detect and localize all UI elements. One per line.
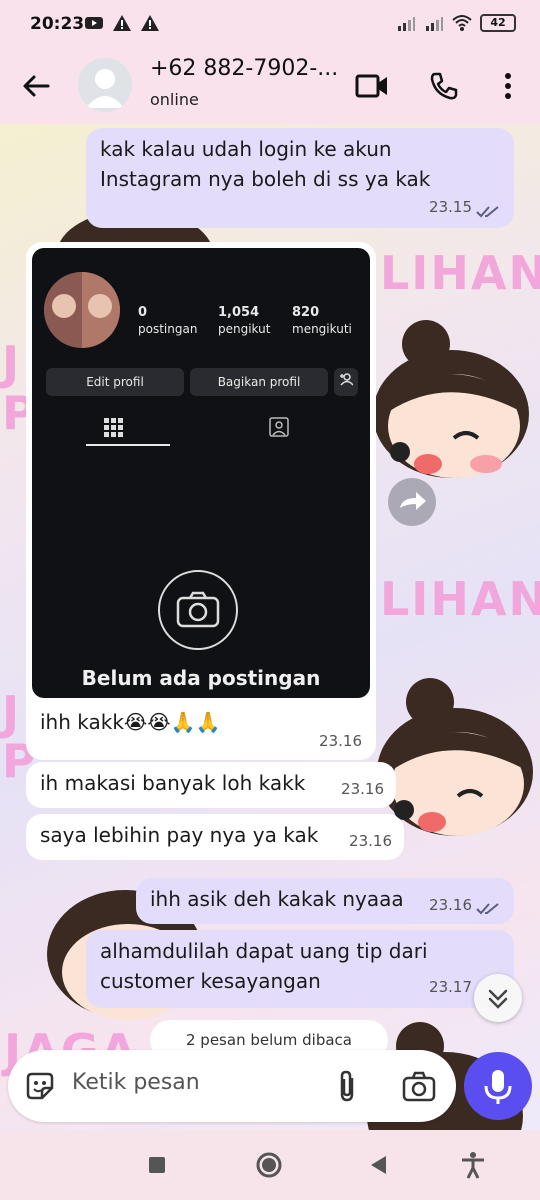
message-time: 23.16 <box>429 896 472 914</box>
message-time: 23.15 <box>429 198 472 216</box>
instagram-share-profile-button: Bagikan profil <box>190 368 328 396</box>
forward-button[interactable] <box>388 478 436 526</box>
contact-avatar[interactable] <box>78 58 132 112</box>
video-call-button[interactable] <box>352 66 392 106</box>
message-text: kak kalau udah login ke akun <box>100 137 392 161</box>
signal-icon <box>426 17 443 31</box>
instagram-edit-profile-button: Edit profil <box>46 368 184 396</box>
instagram-add-person-button <box>334 368 358 396</box>
home-circle-icon[interactable] <box>254 1150 284 1180</box>
double-check-icon <box>476 206 499 218</box>
paperclip-icon[interactable] <box>332 1068 362 1104</box>
warning-icon <box>141 15 159 31</box>
message-text: saya lebihin pay nya ya kak <box>40 823 319 847</box>
voice-message-button[interactable] <box>464 1052 532 1120</box>
camera-icon <box>176 591 220 628</box>
microphone-icon <box>484 1070 512 1104</box>
profile-photo-icon <box>44 272 120 348</box>
tagged-person-icon <box>269 417 289 437</box>
wifi-icon <box>452 15 472 31</box>
warning-icon <box>113 15 131 31</box>
message-input[interactable]: Ketik pesan <box>72 1070 200 1095</box>
video-camera-icon <box>355 74 387 98</box>
message-time: 23.16 <box>349 832 392 850</box>
outgoing-message[interactable]: ihh asik deh kakak nyaaa 23.16 <box>136 878 514 924</box>
grid-icon <box>104 418 123 437</box>
sticker-icon[interactable] <box>24 1070 56 1102</box>
signal-icon <box>398 17 415 31</box>
back-arrow-icon[interactable] <box>18 68 54 104</box>
instagram-stat-posts: 0 postingan <box>138 305 198 336</box>
double-check-icon <box>476 903 499 915</box>
incoming-message[interactable]: ih makasi banyak loh kakk 23.16 <box>26 762 396 808</box>
camera-icon[interactable] <box>402 1070 436 1102</box>
wallpaper-text: J <box>2 336 22 390</box>
forward-arrow-icon <box>400 492 426 510</box>
phone-icon <box>430 72 458 100</box>
message-text: alhamdulilah dapat uang tip dari <box>100 939 428 963</box>
scroll-to-bottom-button[interactable] <box>474 974 522 1022</box>
message-time: 23.16 <box>319 732 362 750</box>
status-bar: 20:23 42 <box>0 0 540 52</box>
wallpaper-text: J <box>2 686 22 740</box>
message-text: ih makasi banyak loh kakk <box>40 771 306 795</box>
wallpaper-text: LIHAN <box>380 572 540 626</box>
voice-call-button[interactable] <box>424 66 464 106</box>
double-chevron-down-icon <box>488 989 508 1009</box>
accessibility-icon[interactable] <box>458 1150 488 1180</box>
contact-name[interactable]: +62 882-7902-... <box>150 56 338 81</box>
status-time: 20:23 <box>30 14 85 34</box>
instagram-profile-screenshot[interactable]: 0 postingan 1,054 pengikut 820 mengikuti Ed… <box>32 248 370 698</box>
instagram-stat-following: 820 mengikuti <box>292 305 352 336</box>
more-options-button[interactable] <box>488 66 528 106</box>
more-vertical-icon <box>505 73 511 99</box>
default-avatar-icon <box>86 69 124 108</box>
incoming-image-message[interactable]: 0 postingan 1,054 pengikut 820 mengikuti Ed… <box>26 242 376 760</box>
back-triangle-icon[interactable] <box>364 1150 394 1180</box>
active-tab-indicator <box>86 444 170 446</box>
incoming-message[interactable]: saya lebihin pay nya ya kak 23.16 <box>26 814 404 860</box>
chat-header: +62 882-7902-... online <box>0 52 540 124</box>
image-caption: ihh kakk😭😭🙏🙏 <box>40 710 221 734</box>
wallpaper-text: LIHAN <box>380 246 540 300</box>
camera-outline-icon <box>158 570 238 650</box>
youtube-icon <box>85 17 103 29</box>
contact-status: online <box>150 90 199 109</box>
battery-indicator: 42 <box>480 14 516 32</box>
instagram-profile-avatar <box>44 272 120 348</box>
notification-icons <box>84 14 160 32</box>
instagram-stat-followers: 1,054 pengikut <box>218 305 271 336</box>
girl-sticker-illustration <box>373 320 529 478</box>
message-time: 23.16 <box>341 780 384 798</box>
system-navigation-bar <box>0 1130 540 1200</box>
instagram-empty-state-text: Belum ada postingan <box>81 666 321 690</box>
add-person-icon <box>340 373 354 386</box>
recents-square-icon[interactable] <box>142 1150 172 1180</box>
system-icons: 42 <box>396 14 516 32</box>
message-composer: Ketik pesan <box>8 1050 456 1122</box>
message-time: 23.17 <box>429 978 472 996</box>
outgoing-message[interactable]: alhamdulilah dapat uang tip dari custome… <box>86 930 514 1008</box>
message-text: Instagram nya boleh di ss ya kak <box>100 167 431 191</box>
outgoing-message[interactable]: kak kalau udah login ke akun Instagram n… <box>86 128 514 228</box>
